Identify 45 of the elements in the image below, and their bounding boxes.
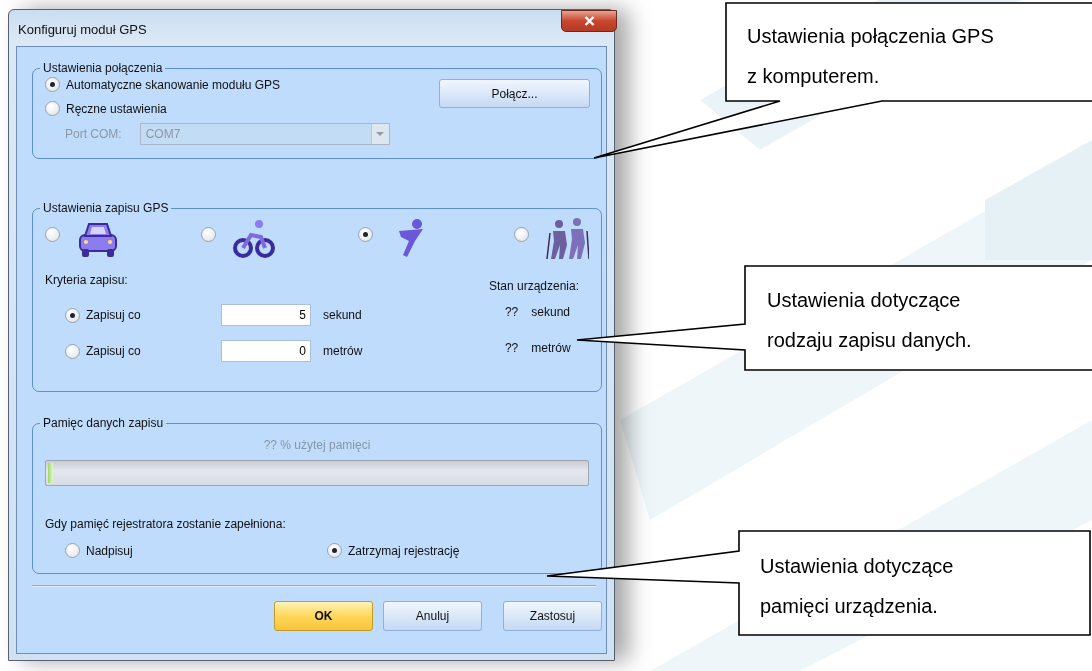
- close-icon: [582, 16, 596, 26]
- ok-button[interactable]: OK: [274, 601, 373, 631]
- radio-button[interactable]: [65, 543, 80, 558]
- radio-button[interactable]: [45, 77, 60, 92]
- radio-label[interactable]: Zatrzymaj rejestrację: [348, 543, 460, 558]
- hikers-icon: [545, 217, 589, 261]
- radio-button[interactable]: [45, 101, 60, 116]
- number-field[interactable]: 0: [221, 340, 311, 362]
- status-value: ??: [504, 305, 519, 321]
- group-title: Ustawienia połączenia: [42, 61, 164, 75]
- number-field[interactable]: 5: [221, 304, 311, 326]
- window-title: Konfiguruj moduł GPS: [18, 21, 147, 37]
- unit-label: metrów: [531, 341, 571, 357]
- unit-label: metrów: [323, 344, 363, 358]
- radio-button[interactable]: [514, 227, 529, 242]
- section-label: Kryteria zapisu:: [45, 273, 129, 287]
- group-title: Pamięc danych zapisu: [42, 416, 165, 430]
- unit-label: sekund: [323, 308, 362, 322]
- section-label: Gdy pamięć rejestratora zostanie zapełniona:: [45, 517, 287, 531]
- radio-button[interactable]: [327, 543, 342, 558]
- connect-button[interactable]: Połącz...: [439, 79, 590, 108]
- status-value: ??: [504, 341, 519, 357]
- radio-label[interactable]: Ręczne ustawienia: [66, 101, 167, 116]
- caret-icon: [376, 131, 385, 137]
- close-button[interactable]: [561, 10, 617, 32]
- radio-button[interactable]: [65, 343, 80, 359]
- radio-button[interactable]: [65, 307, 80, 323]
- radio-label[interactable]: Nadpisuj: [86, 543, 133, 558]
- dialog-button[interactable]: Zastosuj: [503, 601, 602, 631]
- callout-text: Ustawienia połączenia GPS z komputerem.: [747, 24, 994, 89]
- dialog-button[interactable]: Anuluj: [383, 601, 482, 631]
- radio-button[interactable]: [357, 227, 373, 242]
- group-title: Ustawienia zapisu GPS: [42, 201, 170, 215]
- radio-label[interactable]: Automatyczne skanowanie modułu GPS: [66, 77, 281, 92]
- section-label: Stan urządzenia:: [488, 279, 579, 293]
- callout-text: Ustawienia dotyczące pamięci urządzenia.: [760, 554, 954, 619]
- radio-label[interactable]: Zapisuj co: [86, 344, 141, 358]
- unit-label: sekund: [531, 305, 570, 321]
- radio-button[interactable]: [201, 227, 217, 242]
- field-label: Port COM:: [65, 127, 122, 141]
- radio-button[interactable]: [45, 227, 60, 242]
- callout-text: Ustawienia dotyczące rodzaju zapisu danych.: [767, 288, 972, 353]
- radio-label[interactable]: Zapisuj co: [86, 308, 141, 322]
- usage-label: ?? % użytej pamięci: [262, 438, 372, 452]
- bicycle-icon: [232, 217, 277, 261]
